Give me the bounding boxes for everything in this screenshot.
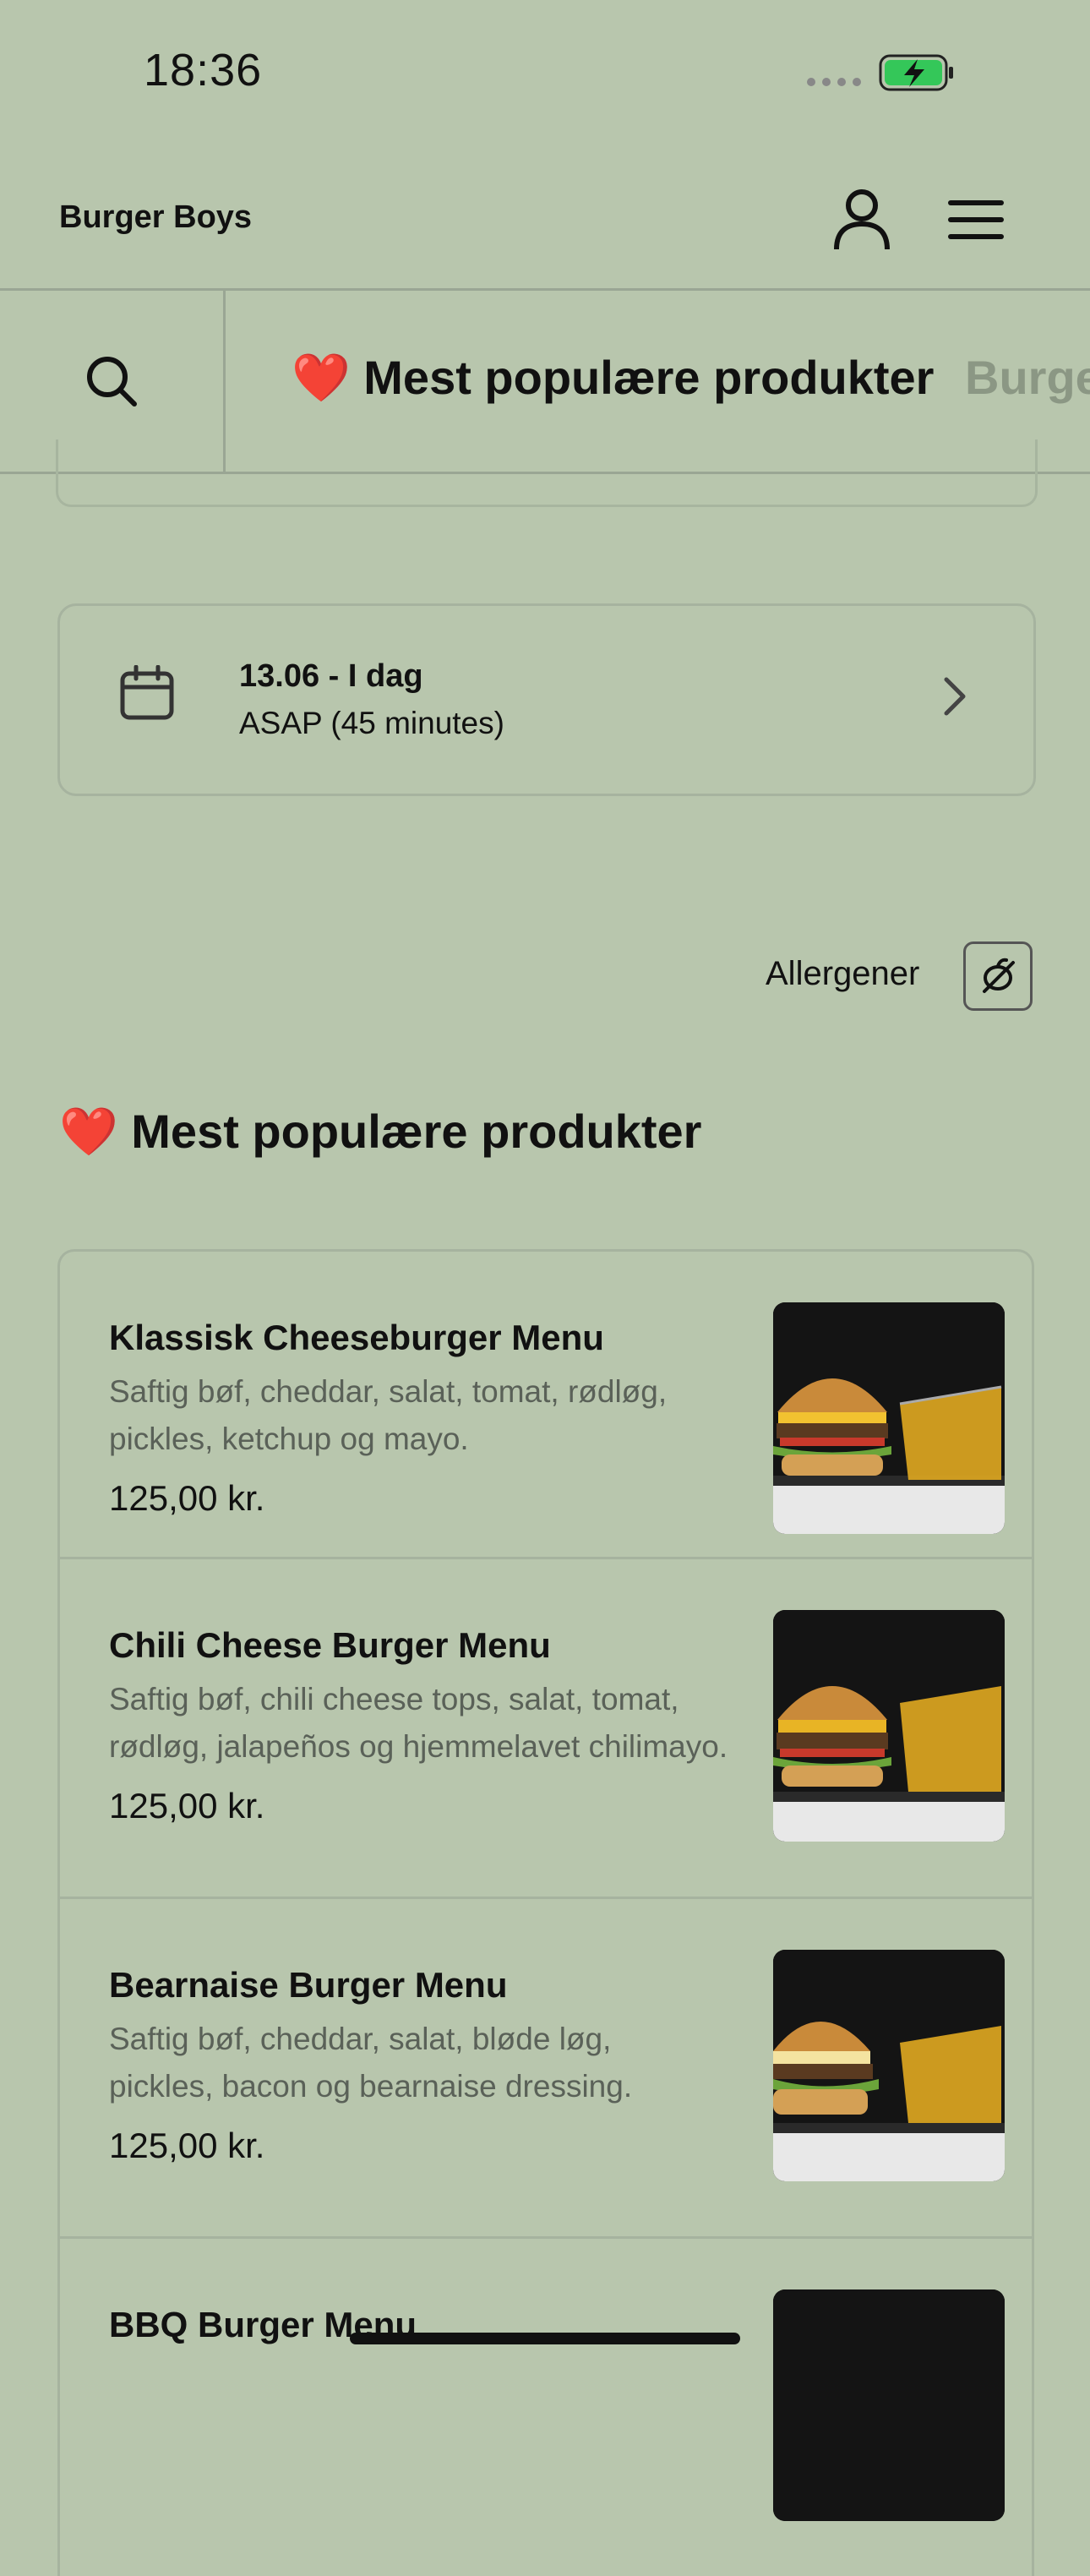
- product-card[interactable]: Klassisk Cheeseburger Menu Saftig bøf, c…: [57, 1249, 1034, 1557]
- product-image: [773, 1302, 1005, 1534]
- product-card[interactable]: BBQ Burger Menu: [57, 2236, 1034, 2576]
- product-description: Saftig bøf, chili cheese tops, salat, to…: [109, 1682, 728, 1764]
- product-name: Bearnaise Burger Menu: [109, 1965, 508, 2005]
- category-tab-burgers[interactable]: Burgers: [965, 350, 1090, 405]
- product-price: 125,00 kr.: [109, 1786, 265, 1826]
- allergens-label[interactable]: Allergener: [766, 955, 919, 993]
- status-time: 18:36: [144, 45, 263, 96]
- product-description: Saftig bøf, cheddar, salat, bløde løg, pi…: [109, 2022, 633, 2104]
- allergen-icon: [983, 958, 1015, 993]
- product-description: Saftig bøf, cheddar, salat, tomat, rødlø…: [109, 1374, 668, 1456]
- delivery-time: ASAP (45 minutes): [239, 706, 504, 740]
- search-icon: [87, 357, 137, 407]
- section-title: ❤️ Mest populære produkter: [59, 1105, 702, 1158]
- home-indicator[interactable]: [350, 2333, 740, 2344]
- menu-button[interactable]: [938, 186, 1014, 254]
- restaurant-name: Burger Boys: [59, 199, 253, 235]
- chevron-right-icon: [944, 677, 966, 716]
- product-card[interactable]: Bearnaise Burger Menu Saftig bøf, chedda…: [57, 1897, 1034, 2236]
- delivery-time-selector[interactable]: 13.06 - I dag ASAP (45 minutes): [57, 603, 1036, 796]
- product-price: 125,00 kr.: [109, 1478, 265, 1518]
- category-tab-popular[interactable]: ❤️ Mest populære produkter: [292, 350, 934, 406]
- previous-card-edge: [56, 439, 1038, 507]
- person-icon: [834, 189, 890, 250]
- profile-button[interactable]: [820, 182, 904, 258]
- calendar-icon: [120, 665, 174, 720]
- product-image: [773, 1950, 1005, 2181]
- hamburger-menu-icon: [948, 200, 1004, 239]
- product-price: 125,00 kr.: [109, 2126, 265, 2165]
- product-list: Klassisk Cheeseburger Menu Saftig bøf, c…: [57, 1249, 1034, 2576]
- delivery-date: 13.06 - I dag: [239, 658, 423, 694]
- product-name: Chili Cheese Burger Menu: [109, 1625, 551, 1665]
- product-image: [773, 2289, 1005, 2521]
- allergens-button[interactable]: [963, 941, 1033, 1011]
- battery-charging-icon: [879, 54, 953, 91]
- product-name: Klassisk Cheeseburger Menu: [109, 1318, 604, 1357]
- product-image: [773, 1610, 1005, 1842]
- product-card[interactable]: Chili Cheese Burger Menu Saftig bøf, chi…: [57, 1557, 1034, 1897]
- cellular-signal-icon: [807, 78, 861, 86]
